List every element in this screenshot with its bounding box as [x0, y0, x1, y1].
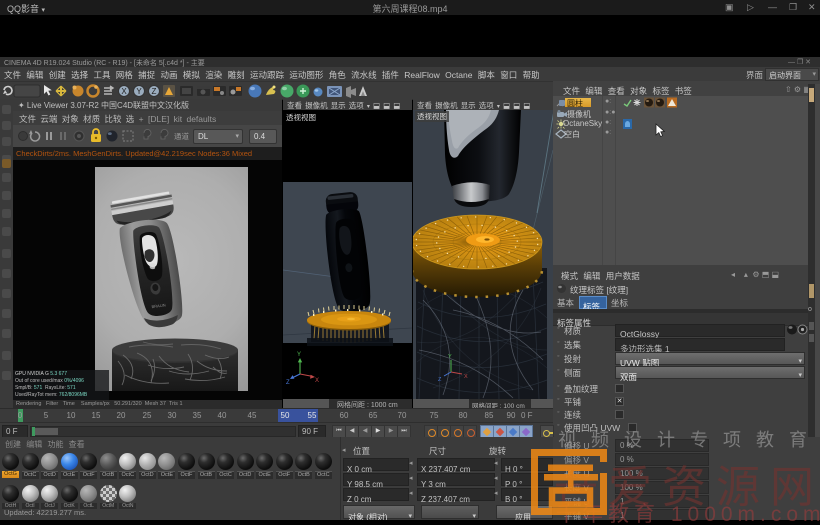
svg-text:Y: Y	[448, 354, 452, 360]
svg-text:Z: Z	[286, 380, 290, 386]
svg-text:X: X	[121, 87, 127, 96]
svg-text:Z: Z	[152, 87, 157, 96]
svg-text:Y: Y	[297, 352, 301, 358]
svg-text:X: X	[464, 374, 468, 380]
svg-text:Y: Y	[136, 87, 142, 96]
svg-text:X: X	[315, 378, 319, 384]
